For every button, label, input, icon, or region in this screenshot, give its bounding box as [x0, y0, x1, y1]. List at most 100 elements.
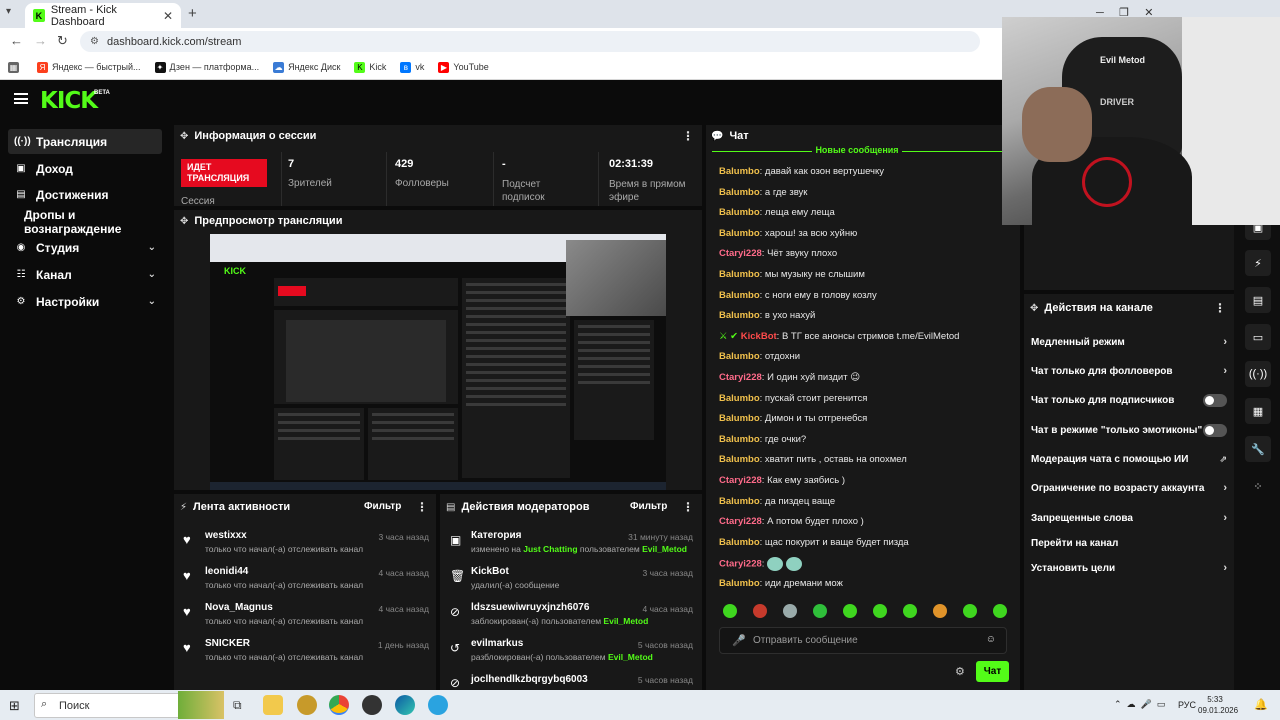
- lightning-icon[interactable]: ⚡: [1245, 250, 1271, 276]
- emote-icon[interactable]: [963, 604, 977, 618]
- wow-icon[interactable]: [297, 695, 317, 715]
- edge-icon[interactable]: [395, 695, 415, 715]
- forward-icon[interactable]: →: [34, 33, 47, 48]
- heart-icon: ♥: [183, 532, 191, 547]
- emote-icon[interactable]: [813, 604, 827, 618]
- activity-filter-button[interactable]: Фильтр: [364, 501, 401, 512]
- more-apps-icon[interactable]: ⁘: [1245, 473, 1271, 499]
- notifications-icon[interactable]: 🔔: [1254, 698, 1268, 711]
- emote-icon[interactable]: [903, 604, 917, 618]
- stream-preview-video[interactable]: KICK: [210, 234, 666, 490]
- drag-handle-icon[interactable]: ✥: [1030, 303, 1038, 314]
- emote-icon[interactable]: [753, 604, 767, 618]
- chat-username[interactable]: Balumbo: [719, 413, 760, 424]
- reload-icon[interactable]: ↻: [57, 33, 68, 49]
- tray-icons[interactable]: ⌃ ☁ 🎤 ▭: [1114, 699, 1165, 710]
- obs-icon[interactable]: [362, 695, 382, 715]
- chat-username[interactable]: Ctaryi228: [719, 475, 762, 486]
- bookmark-vk[interactable]: в vk: [400, 61, 424, 73]
- chat-username[interactable]: Balumbo: [719, 434, 760, 445]
- emote-icon[interactable]: [873, 604, 887, 618]
- chat-username[interactable]: Balumbo: [719, 537, 760, 548]
- chrome-icon[interactable]: [329, 695, 349, 715]
- sidebar-item-channel[interactable]: ☷ Канал ⌄: [8, 262, 162, 287]
- windows-start-icon[interactable]: ⊞: [9, 698, 20, 714]
- followers-only-item[interactable]: Чат только для фолловеров ›: [1031, 362, 1227, 380]
- chat-username[interactable]: KickBot: [741, 331, 777, 342]
- session-more-icon[interactable]: ⋮: [682, 129, 694, 143]
- chat-icon[interactable]: ▭: [1245, 324, 1271, 350]
- sidebar-item-settings[interactable]: ⚙ Настройки ⌄: [8, 289, 162, 314]
- chat-username[interactable]: Ctaryi228: [719, 248, 762, 259]
- apps-icon[interactable]: ▦: [8, 61, 23, 73]
- chat-username[interactable]: Ctaryi228: [719, 516, 762, 527]
- emote-icon[interactable]: [933, 604, 947, 618]
- sidebar-item-broadcast[interactable]: ((·)) Трансляция: [8, 129, 162, 154]
- tab-list-chevron-icon[interactable]: ▾: [6, 6, 11, 17]
- bookmark-dzen[interactable]: ✦ Дзен — платформа...: [154, 61, 259, 73]
- chat-username[interactable]: Balumbo: [719, 187, 760, 198]
- chat-settings-icon[interactable]: ⚙: [955, 665, 965, 678]
- sidebar-item-drops[interactable]: Дропы и вознаграждение: [8, 208, 168, 236]
- emoji-picker-icon[interactable]: ☺: [986, 634, 996, 645]
- emote-icon[interactable]: [723, 604, 737, 618]
- chat-username[interactable]: Balumbo: [719, 290, 760, 301]
- telegram-icon[interactable]: [428, 695, 448, 715]
- new-tab-icon[interactable]: +: [188, 5, 197, 22]
- chat-username[interactable]: Balumbo: [719, 269, 760, 280]
- url-input[interactable]: ⚙ dashboard.kick.com/stream: [80, 31, 980, 52]
- emote-icon[interactable]: [783, 604, 797, 618]
- chat-username[interactable]: Balumbo: [719, 207, 760, 218]
- file-explorer-icon[interactable]: [263, 695, 283, 715]
- sidebar-item-achievements[interactable]: ▤ Достижения: [8, 182, 162, 207]
- mod-more-icon[interactable]: ⋮: [682, 500, 694, 514]
- chat-username[interactable]: Balumbo: [719, 166, 760, 177]
- activity-more-icon[interactable]: ⋮: [416, 500, 428, 514]
- bookmark-youtube[interactable]: ▶ YouTube: [438, 61, 489, 73]
- subscribers-only-toggle[interactable]: [1203, 393, 1227, 407]
- layout-icon[interactable]: ▦: [1245, 398, 1271, 424]
- emote-only-toggle[interactable]: [1203, 423, 1227, 437]
- drag-handle-icon[interactable]: ✥: [180, 216, 188, 227]
- emote-icon[interactable]: [843, 604, 857, 618]
- task-view-icon[interactable]: ⧉: [233, 698, 242, 713]
- sidebar-item-revenue[interactable]: ▣ Доход: [8, 156, 162, 181]
- chat-username[interactable]: Balumbo: [719, 496, 760, 507]
- language-indicator[interactable]: РУС: [1178, 700, 1196, 710]
- banned-words-item[interactable]: Запрещенные слова ›: [1031, 509, 1227, 527]
- kick-logo[interactable]: KICK: [40, 88, 98, 114]
- bookmark-yandex-disk[interactable]: ☁ Яндекс Диск: [273, 61, 340, 73]
- menu-icon[interactable]: [14, 93, 28, 104]
- sidebar-item-studio[interactable]: ◉ Студия ⌄: [8, 235, 162, 260]
- chat-username[interactable]: Balumbo: [719, 310, 760, 321]
- chat-username[interactable]: Balumbo: [719, 578, 760, 589]
- channel-actions-more-icon[interactable]: ⋮: [1214, 301, 1226, 315]
- go-to-channel-item[interactable]: Перейти на канал: [1031, 534, 1227, 552]
- chat-username[interactable]: Balumbo: [719, 228, 760, 239]
- ai-moderation-item[interactable]: Модерация чата с помощью ИИ ⇗: [1031, 450, 1227, 468]
- mod-filter-button[interactable]: Фильтр: [630, 501, 667, 512]
- emote-icon[interactable]: [993, 604, 1007, 618]
- broadcast-icon[interactable]: ((·)): [1245, 361, 1271, 387]
- chat-username[interactable]: Ctaryi228: [719, 559, 762, 570]
- drag-handle-icon[interactable]: ✥: [180, 131, 188, 142]
- wrench-icon[interactable]: 🔧: [1245, 436, 1271, 462]
- set-goals-item[interactable]: Установить цели ›: [1031, 559, 1227, 577]
- document-icon[interactable]: ▤: [1245, 287, 1271, 313]
- microphone-icon[interactable]: 🎤: [732, 634, 746, 647]
- bookmark-yandex[interactable]: Я Яндекс — быстрый...: [37, 61, 141, 73]
- chat-username[interactable]: Balumbo: [719, 454, 760, 465]
- bookmark-kick[interactable]: K Kick: [354, 61, 386, 73]
- send-chat-button[interactable]: Чат: [976, 661, 1009, 682]
- site-settings-icon[interactable]: ⚙: [90, 36, 99, 47]
- back-icon[interactable]: ←: [10, 33, 23, 48]
- browser-tab[interactable]: K Stream - Kick Dashboard ✕: [25, 3, 181, 28]
- chat-username[interactable]: Ctaryi228: [719, 372, 762, 383]
- chat-username[interactable]: Balumbo: [719, 351, 760, 362]
- chat-username[interactable]: Balumbo: [719, 393, 760, 404]
- chat-message-input[interactable]: 🎤 Отправить сообщение ☺: [719, 627, 1007, 654]
- account-age-item[interactable]: Ограничение по возрасту аккаунта ›: [1031, 479, 1227, 497]
- slow-mode-item[interactable]: Медленный режим ›: [1031, 333, 1227, 351]
- close-tab-icon[interactable]: ✕: [163, 9, 173, 23]
- taskbar-clock[interactable]: 5:33 09.01.2026: [1198, 694, 1238, 716]
